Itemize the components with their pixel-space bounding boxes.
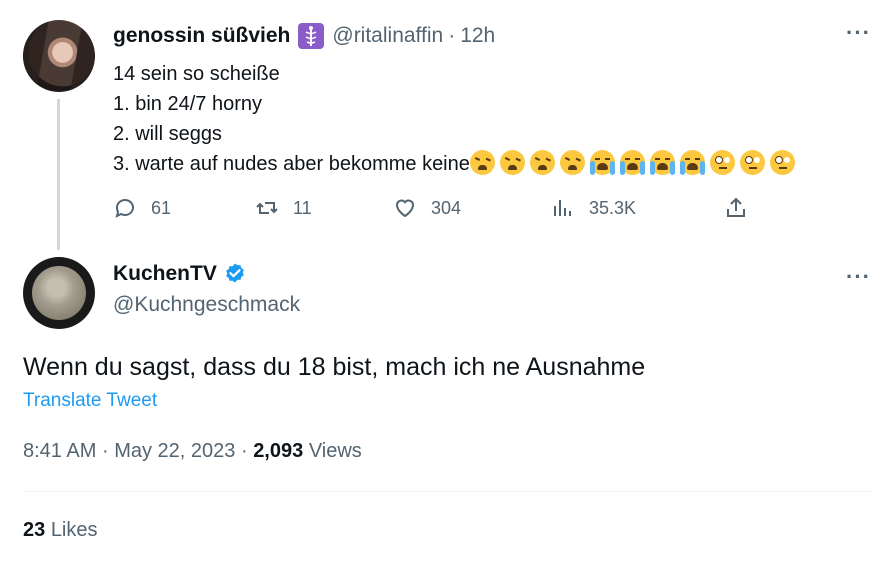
reply-button[interactable]: 61 <box>113 195 171 221</box>
likes-count: 23 <box>23 519 46 541</box>
share-button[interactable] <box>724 195 748 221</box>
reply-count: 61 <box>151 197 172 218</box>
meta-separator: · <box>240 440 248 462</box>
parent-handle[interactable]: @ritalinaffin <box>332 24 443 48</box>
face-with-rolling-eyes-icon <box>709 150 735 175</box>
meta-separator: · <box>101 440 109 462</box>
weary-face-icon <box>469 150 495 175</box>
loudly-crying-face-icon <box>649 150 675 175</box>
views-count: 2,093 <box>253 440 304 462</box>
loudly-crying-face-icon <box>679 150 705 175</box>
retweet-icon <box>256 202 278 214</box>
translate-tweet-link[interactable]: Translate Tweet <box>23 390 157 412</box>
face-with-rolling-eyes-icon <box>739 150 765 175</box>
views-label: Views <box>308 440 362 462</box>
tweet-line: 1. bin 24/7 horny <box>113 93 262 115</box>
main-tweet-text: Wenn du sagst, dass du 18 bist, mach ich… <box>23 353 646 381</box>
tweet-date[interactable]: May 22, 2023 <box>114 440 235 462</box>
likes-label: Likes <box>50 519 98 541</box>
like-button[interactable]: 304 <box>393 195 461 221</box>
tweet-line: 2. will seggs <box>113 123 222 145</box>
likes-summary[interactable]: 23 Likes <box>23 519 98 542</box>
bar-chart-icon <box>554 200 571 216</box>
weary-face-icon <box>559 150 585 175</box>
views-button[interactable]: 35.3K <box>551 195 636 221</box>
loudly-crying-face-icon <box>619 150 645 175</box>
face-with-rolling-eyes-icon <box>769 150 795 175</box>
main-display-name[interactable]: KuchenTV <box>113 262 217 286</box>
share-icon <box>727 197 745 217</box>
main-more-options-icon[interactable]: ··· <box>846 264 871 290</box>
parent-display-name[interactable]: genossin süßvieh <box>113 24 290 48</box>
view-count: 35.3K <box>589 197 637 218</box>
avatar-genossin[interactable] <box>23 20 95 92</box>
thread-connector-line <box>57 99 60 250</box>
tweet-line: 14 sein so scheiße <box>113 63 280 85</box>
parent-tweet-header: genossin süßvieh @ritalinaffin · 12h <box>113 23 495 49</box>
tweet-time[interactable]: 8:41 AM <box>23 440 96 462</box>
weary-face-icon <box>529 150 555 175</box>
avatar-kuchentv[interactable] <box>23 257 95 329</box>
medical-caduceus-icon <box>298 23 325 49</box>
tweet-line: 3. warte auf nudes aber bekomme keine <box>113 153 470 175</box>
parent-timestamp[interactable]: 12h <box>460 24 495 48</box>
main-handle[interactable]: @Kuchngeschmack <box>113 293 300 317</box>
tweet-timestamp-line: 8:41 AM · May 22, 2023 · 2,093 Views <box>23 440 362 463</box>
loudly-crying-face-icon <box>589 150 615 175</box>
parent-more-options-icon[interactable]: ··· <box>846 20 871 46</box>
reply-icon <box>115 199 134 218</box>
retweet-button[interactable]: 11 <box>255 195 312 221</box>
parent-tweet-text: 14 sein so scheiße 1. bin 24/7 horny 2. … <box>113 59 795 179</box>
divider <box>23 491 872 492</box>
retweet-count: 11 <box>293 197 312 218</box>
meta-separator: · <box>448 24 456 47</box>
like-count: 304 <box>431 197 462 218</box>
verified-badge-icon <box>226 263 244 283</box>
tweet-line-with-emojis: 3. warte auf nudes aber bekomme keine <box>113 149 795 179</box>
heart-icon <box>395 199 415 218</box>
weary-face-icon <box>499 150 525 175</box>
main-author-name: KuchenTV <box>113 262 247 286</box>
